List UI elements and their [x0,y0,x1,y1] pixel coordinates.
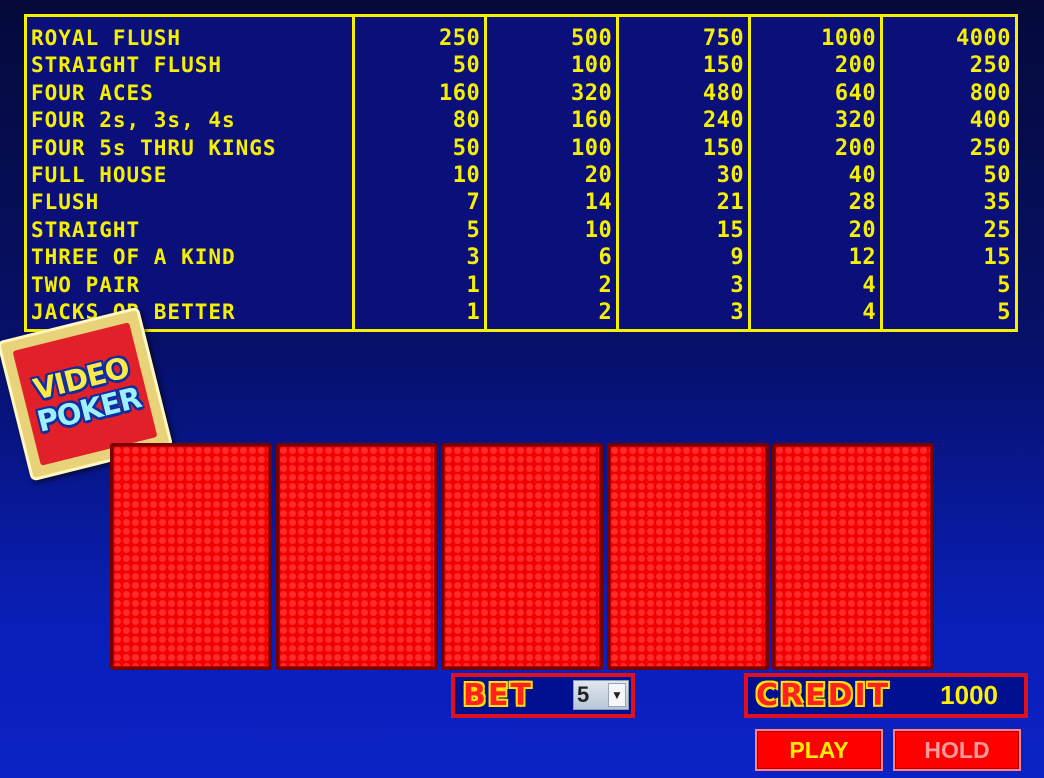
payout-cell: 20 [848,217,877,243]
hand-name: STRAIGHT [31,217,141,242]
payout-cell: 2 [598,272,613,298]
payout-cell: 3 [730,299,745,325]
bet-panel: BET 5 ▼ [451,673,635,718]
paytable-hand-names: ROYAL FLUSH STRAIGHT FLUSH FOUR ACES FOU… [27,17,356,329]
credit-label: CREDIT [756,678,891,713]
payout-cell: 320 [834,108,877,134]
hand-name: TWO PAIR [31,272,141,297]
payout-cell: 20 [584,162,613,188]
payout-cell: 4000 [956,26,1012,51]
payout-cell: 250 [439,26,481,51]
hand-name: THREE OF A KIND [31,245,236,270]
card-3[interactable] [441,443,603,670]
payout-cell: 320 [570,80,613,106]
bet-label: BET [463,678,533,713]
payout-cell: 1 [466,272,481,298]
payout-cell: 250 [969,135,1012,161]
payout-cell: 400 [969,108,1012,134]
payout-cell: 4 [862,272,877,298]
payout-cell: 21 [716,190,745,216]
bet-select[interactable]: 5 ▼ [573,680,629,710]
credit-panel: CREDIT 1000 [744,673,1028,718]
payout-cell: 160 [439,80,481,106]
payout-cell: 250 [969,53,1012,79]
payout-cell: 12 [848,245,877,271]
payout-cell: 480 [702,80,745,106]
payout-cell: 100 [570,135,613,161]
hand-name: FOUR ACES [31,80,154,105]
payout-column-4: 1000 200 640 320 200 40 28 20 12 4 4 [751,17,884,329]
payout-cell: 10 [452,162,481,188]
payout-cell: 160 [570,108,613,134]
paytable: ROYAL FLUSH STRAIGHT FLUSH FOUR ACES FOU… [24,14,1018,332]
payout-cell: 200 [834,135,877,161]
hand-name: STRAIGHT FLUSH [31,53,223,78]
payout-cell: 500 [570,26,613,51]
payout-cell: 3 [466,245,481,271]
payout-cell: 750 [702,26,745,51]
payout-cell: 10 [584,217,613,243]
payout-cell: 4 [862,299,877,325]
payout-column-5: 4000 250 800 400 250 50 35 25 15 5 5 [883,17,1015,329]
card-4[interactable] [607,443,769,670]
hand-name: FULL HOUSE [31,162,168,187]
payout-cell: 80 [452,108,481,134]
play-button[interactable]: PLAY [755,729,883,771]
payout-cell: 150 [702,135,745,161]
payout-cell: 28 [848,190,877,216]
hand-name: FLUSH [31,190,100,215]
payout-cell: 3 [730,272,745,298]
payout-cell: 800 [969,80,1012,106]
payout-cell: 50 [983,162,1012,188]
payout-cell: 50 [452,53,481,79]
payout-cell: 30 [716,162,745,188]
payout-cell: 9 [730,245,745,271]
payout-cell: 1 [466,299,481,325]
payout-cell: 7 [466,190,481,216]
hand-name: FOUR 2s, 3s, 4s [31,108,236,133]
payout-cell: 640 [834,80,877,106]
payout-cell: 5 [997,299,1012,325]
payout-cell: 25 [983,217,1012,243]
payout-cell: 5 [466,217,481,243]
payout-column-3: 750 150 480 240 150 30 21 15 9 3 3 [619,17,752,329]
payout-cell: 200 [834,53,877,79]
payout-cell: 2 [598,299,613,325]
card-5[interactable] [772,443,934,670]
payout-cell: 40 [848,162,877,188]
payout-cell: 1000 [821,26,877,51]
card-1[interactable] [110,443,272,670]
payout-cell: 35 [983,190,1012,216]
payout-cell: 6 [598,245,613,271]
payout-column-1: 250 50 160 80 50 10 7 5 3 1 1 [355,17,488,329]
hand-name: ROYAL FLUSH [31,26,182,50]
card-2[interactable] [276,443,438,670]
bet-value: 5 [577,682,590,707]
payout-cell: 50 [452,135,481,161]
payout-cell: 15 [983,245,1012,271]
hand-name: FOUR 5s THRU KINGS [31,135,277,160]
payout-cell: 15 [716,217,745,243]
payout-cell: 100 [570,53,613,79]
hold-button[interactable]: HOLD [893,729,1021,771]
payout-cell: 150 [702,53,745,79]
credit-value: 1000 [940,680,998,710]
payout-cell: 14 [584,190,613,216]
chevron-down-icon[interactable]: ▼ [608,683,626,707]
payout-cell: 5 [997,272,1012,298]
payout-column-2: 500 100 320 160 100 20 14 10 6 2 2 [487,17,620,329]
payout-cell: 240 [702,108,745,134]
